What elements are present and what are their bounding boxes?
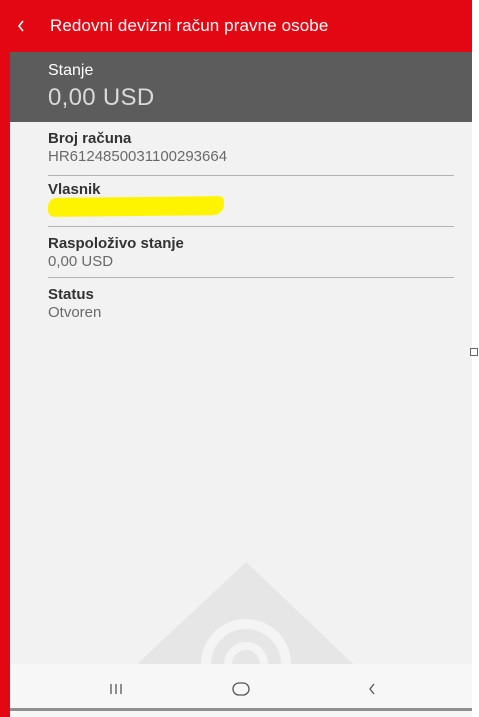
- recents-button[interactable]: [96, 674, 136, 704]
- back-icon: [369, 683, 375, 695]
- account-details-screen: Redovni devizni račun pravne osobe Stanj…: [10, 0, 472, 717]
- divider: [48, 277, 454, 278]
- frame-bottom-edge: [10, 708, 472, 711]
- detail-available-balance: Raspoloživo stanje 0,00 USD: [48, 235, 454, 271]
- balance-label: Stanje: [48, 62, 94, 79]
- detail-label: Raspoloživo stanje: [48, 235, 184, 252]
- app-bar: Redovni devizni račun pravne osobe: [10, 0, 472, 52]
- logo-watermark: [120, 562, 370, 680]
- nav-back-button[interactable]: [352, 674, 392, 704]
- frame-edge-right: [472, 0, 479, 717]
- page-title: Redovni devizni račun pravne osobe: [50, 16, 329, 35]
- frame-edge: [0, 0, 10, 717]
- resize-handle[interactable]: [470, 348, 478, 356]
- redaction-mark: [47, 196, 225, 217]
- recents-icon: [110, 684, 122, 694]
- detail-value: HR6124850031100293664: [48, 148, 228, 165]
- balance-value: 0,00 USD: [48, 84, 155, 111]
- detail-label: Broj računa: [48, 130, 132, 147]
- divider: [48, 175, 454, 176]
- detail-status: Status Otvoren: [48, 286, 454, 322]
- detail-label: Status: [48, 286, 94, 303]
- chevron-left-icon: [17, 20, 24, 32]
- back-button[interactable]: [10, 14, 32, 38]
- home-button[interactable]: [221, 674, 261, 704]
- balance-header: Stanje 0,00 USD: [10, 52, 472, 122]
- phone-frame: Redovni devizni račun pravne osobe Stanj…: [0, 0, 479, 717]
- home-icon: [232, 682, 250, 696]
- detail-value: 0,00 USD: [48, 253, 114, 270]
- detail-account-number: Broj računa HR6124850031100293664: [48, 130, 454, 166]
- detail-value: Otvoren: [48, 304, 102, 321]
- divider: [48, 226, 454, 227]
